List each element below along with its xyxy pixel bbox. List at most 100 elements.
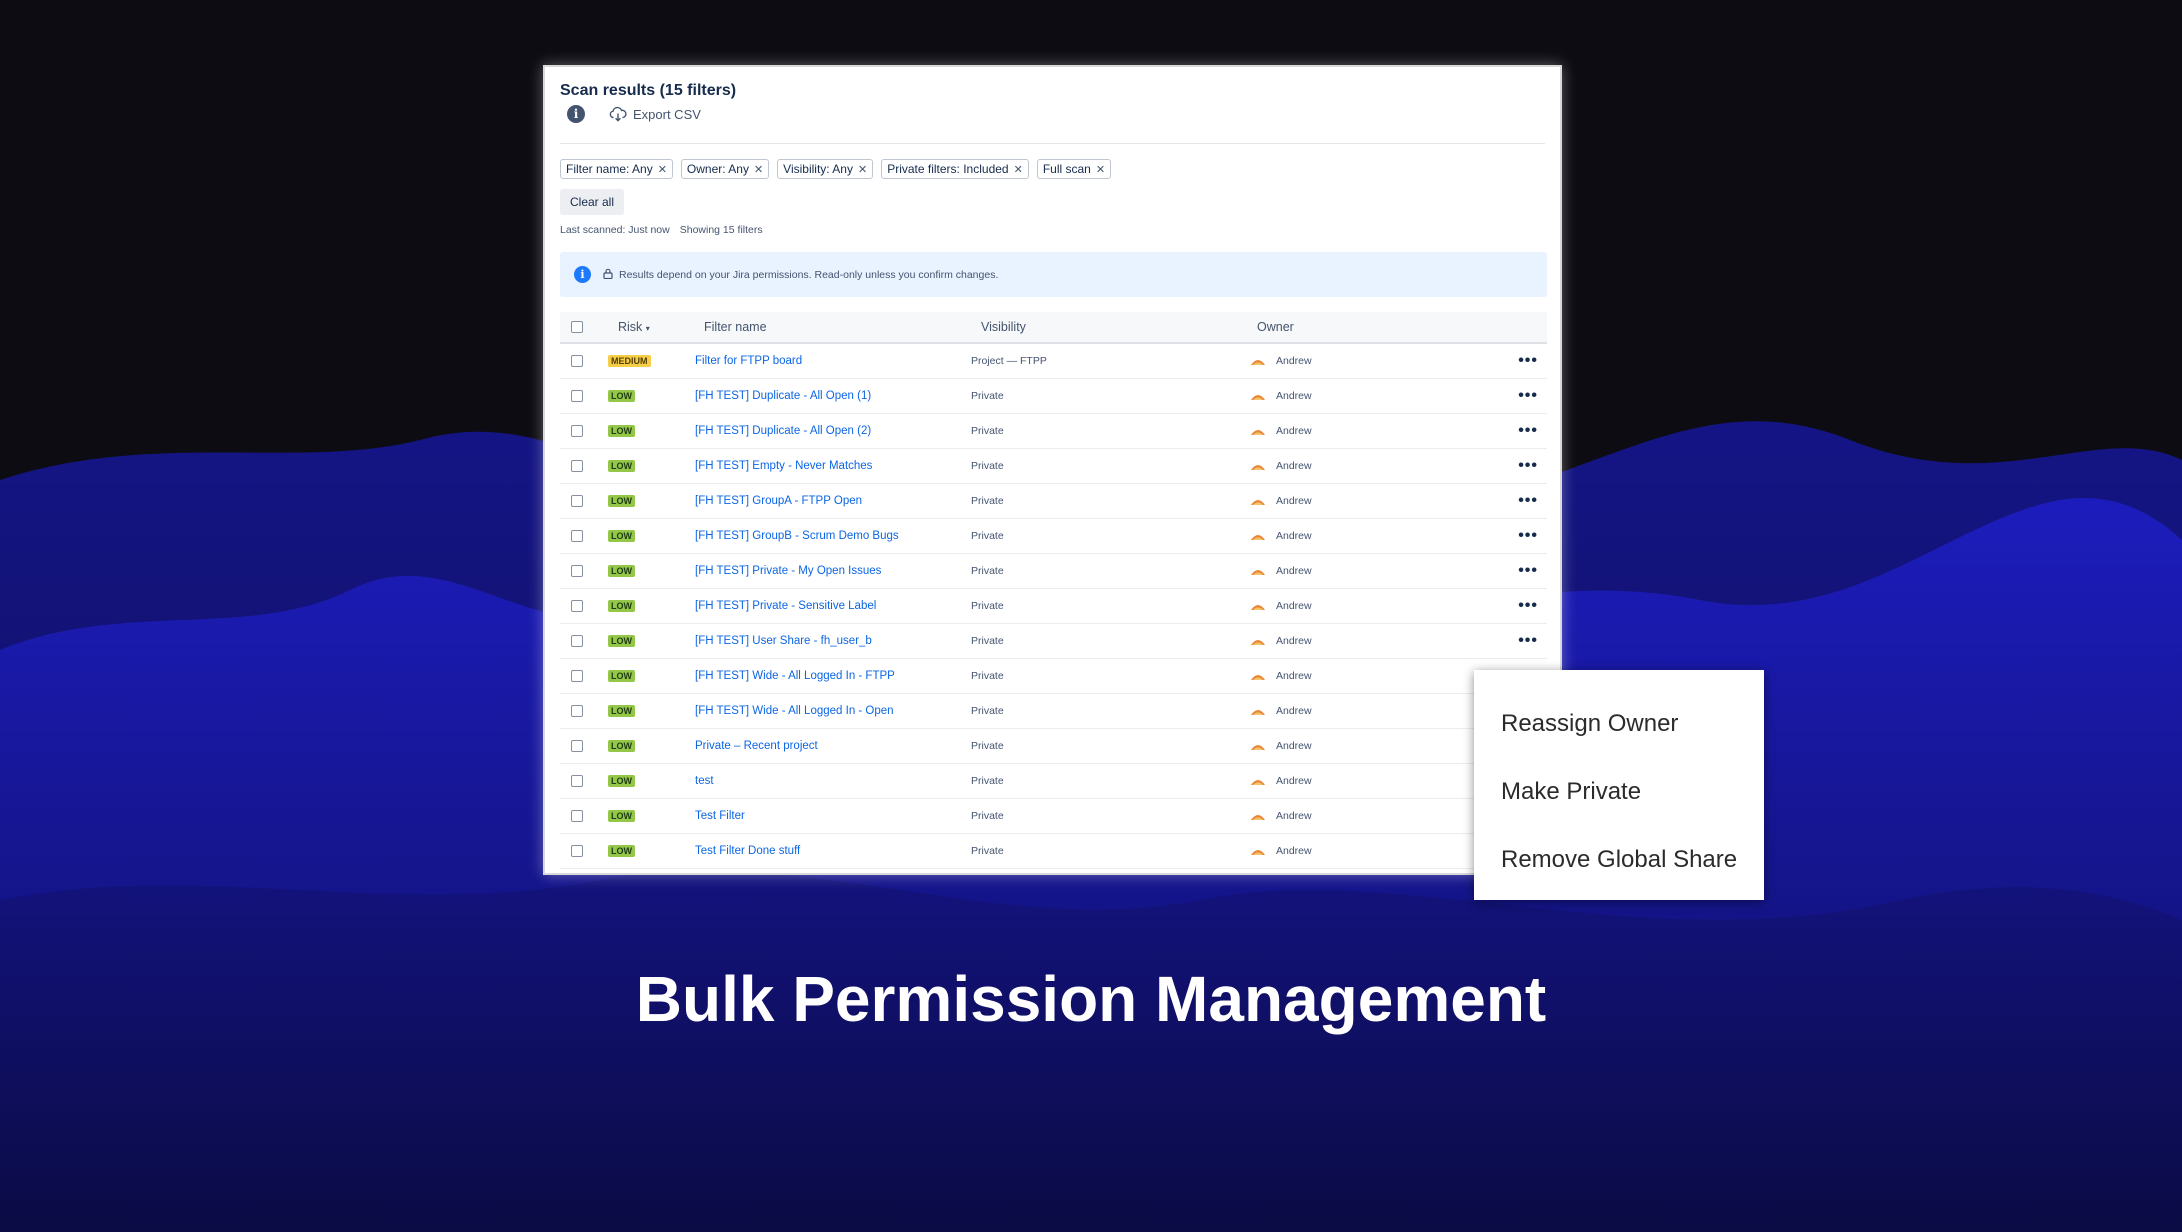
table-row[interactable]: LOW Test Filter Private Andrew (560, 799, 1547, 834)
visibility-text: Private (971, 705, 1004, 717)
owner-cell: Andrew (1250, 460, 1312, 472)
row-checkbox[interactable] (571, 390, 583, 402)
more-actions-icon[interactable]: ••• (1518, 493, 1538, 509)
owner-avatar-icon (1251, 639, 1265, 645)
visibility-text: Private (971, 565, 1004, 577)
more-actions-icon[interactable]: ••• (1518, 423, 1538, 439)
filter-name-link[interactable]: test (695, 775, 714, 787)
filter-name-link[interactable]: [FH TEST] Wide - All Logged In - FTPP (695, 670, 895, 682)
owner-avatar-icon (1251, 779, 1265, 785)
more-actions-icon[interactable]: ••• (1518, 388, 1538, 404)
table-row[interactable]: LOW [FH TEST] Private - My Open Issues Pri… (560, 554, 1547, 589)
row-checkbox[interactable] (571, 810, 583, 822)
owner-name: Andrew (1276, 705, 1312, 717)
table-row[interactable]: MEDIUM Filter for FTPP board Project — FTP… (560, 344, 1547, 379)
filter-name-link[interactable]: [FH TEST] GroupA - FTPP Open (695, 495, 862, 507)
owner-name: Andrew (1276, 845, 1312, 857)
chip-filter-name[interactable]: Filter name: Any ✕ (560, 159, 673, 179)
scan-meta: Last scanned: Just now Showing 15 filter… (560, 224, 763, 236)
filter-name-link[interactable]: [FH TEST] Private - My Open Issues (695, 565, 881, 577)
row-checkbox[interactable] (571, 705, 583, 717)
select-all-checkbox[interactable] (571, 321, 583, 333)
row-checkbox[interactable] (571, 600, 583, 612)
table-row[interactable]: LOW [FH TEST] Wide - All Logged In - Open… (560, 694, 1547, 729)
row-checkbox[interactable] (571, 775, 583, 787)
owner-cell: Andrew (1250, 775, 1312, 787)
export-csv-button[interactable]: Export CSV (609, 106, 701, 122)
filter-name-link[interactable]: [FH TEST] Duplicate - All Open (1) (695, 390, 871, 402)
divider (560, 143, 1545, 144)
close-icon[interactable]: ✕ (858, 163, 867, 176)
chip-owner[interactable]: Owner: Any ✕ (680, 159, 770, 179)
row-checkbox[interactable] (571, 355, 583, 367)
column-header-owner[interactable]: Owner (1257, 320, 1294, 334)
owner-avatar-icon (1251, 744, 1265, 750)
column-header-filter-name[interactable]: Filter name (704, 320, 767, 334)
filter-name-link[interactable]: Private – Recent project (695, 740, 818, 752)
close-icon[interactable]: ✕ (754, 163, 763, 176)
risk-badge: LOW (608, 740, 635, 752)
more-actions-icon[interactable]: ••• (1518, 528, 1538, 544)
owner-cell: Andrew (1250, 355, 1312, 367)
filter-name-link[interactable]: [FH TEST] User Share - fh_user_b (695, 635, 872, 647)
owner-avatar-icon (1251, 394, 1265, 400)
menu-item-make-private[interactable]: Make Private (1474, 758, 1764, 826)
table-row[interactable]: LOW Test Filter Done stuff Private Andrew (560, 834, 1547, 869)
chip-label: Full scan (1042, 162, 1091, 176)
filter-name-link[interactable]: Filter for FTPP board (695, 355, 802, 367)
close-icon[interactable]: ✕ (658, 163, 667, 176)
column-header-visibility[interactable]: Visibility (981, 320, 1026, 334)
row-checkbox[interactable] (571, 845, 583, 857)
menu-item-reassign-owner[interactable]: Reassign Owner (1474, 690, 1764, 758)
page-title: Scan results (15 filters) (560, 82, 737, 99)
close-icon[interactable]: ✕ (1014, 163, 1023, 176)
owner-avatar-icon (1251, 674, 1265, 680)
chip-full-scan[interactable]: Full scan ✕ (1036, 159, 1112, 179)
cloud-download-icon (609, 106, 627, 122)
row-checkbox[interactable] (571, 425, 583, 437)
table-row[interactable]: LOW [FH TEST] Private - Sensitive Label Pr… (560, 589, 1547, 624)
table-row[interactable]: LOW [FH TEST] Duplicate - All Open (1) Pri… (560, 379, 1547, 414)
visibility-text: Private (971, 460, 1004, 472)
more-actions-icon[interactable]: ••• (1518, 353, 1538, 369)
row-checkbox[interactable] (571, 670, 583, 682)
more-actions-icon[interactable]: ••• (1518, 458, 1538, 474)
chip-private-filters[interactable]: Private filters: Included ✕ (881, 159, 1029, 179)
table-row[interactable]: LOW [FH TEST] Duplicate - All Open (2) Pri… (560, 414, 1547, 449)
menu-item-remove-global-share[interactable]: Remove Global Share (1474, 826, 1764, 894)
table-row[interactable]: LOW test Private Andrew (560, 764, 1547, 799)
filter-name-link[interactable]: [FH TEST] GroupB - Scrum Demo Bugs (695, 530, 899, 542)
more-actions-icon[interactable]: ••• (1518, 633, 1538, 649)
row-checkbox[interactable] (571, 495, 583, 507)
filter-name-link[interactable]: [FH TEST] Duplicate - All Open (2) (695, 425, 871, 437)
table-row[interactable]: LOW [FH TEST] GroupB - Scrum Demo Bugs Pri… (560, 519, 1547, 554)
visibility-text: Private (971, 425, 1004, 437)
table-row[interactable]: LOW [FH TEST] GroupA - FTPP Open Private An… (560, 484, 1547, 519)
risk-badge: LOW (608, 775, 635, 787)
row-checkbox[interactable] (571, 460, 583, 472)
close-icon[interactable]: ✕ (1096, 163, 1105, 176)
row-checkbox[interactable] (571, 565, 583, 577)
row-checkbox[interactable] (571, 530, 583, 542)
filter-name-link[interactable]: [FH TEST] Private - Sensitive Label (695, 600, 876, 612)
filter-name-link[interactable]: [FH TEST] Empty - Never Matches (695, 460, 872, 472)
row-checkbox[interactable] (571, 740, 583, 752)
more-actions-icon[interactable]: ••• (1518, 598, 1538, 614)
filter-name-link[interactable]: [FH TEST] Wide - All Logged In - Open (695, 705, 894, 717)
filter-name-link[interactable]: Test Filter (695, 810, 745, 822)
info-icon[interactable]: i (567, 105, 585, 123)
more-actions-icon[interactable]: ••• (1518, 563, 1538, 579)
chip-visibility[interactable]: Visibility: Any ✕ (777, 159, 874, 179)
risk-badge: LOW (608, 845, 635, 857)
owner-cell: Andrew (1250, 705, 1312, 717)
sort-icon: ▾ (645, 324, 650, 333)
column-header-risk[interactable]: Risk ▾ (618, 320, 650, 334)
row-checkbox[interactable] (571, 635, 583, 647)
table-row[interactable]: LOW [FH TEST] User Share - fh_user_b Priva… (560, 624, 1547, 659)
table-row[interactable]: LOW Private – Recent project Private Andrew (560, 729, 1547, 764)
table-row[interactable]: LOW [FH TEST] Wide - All Logged In - FTPP… (560, 659, 1547, 694)
clear-all-button[interactable]: Clear all (560, 189, 625, 215)
filter-name-link[interactable]: Test Filter Done stuff (695, 845, 800, 857)
owner-cell: Andrew (1250, 635, 1312, 647)
table-row[interactable]: LOW [FH TEST] Empty - Never Matches Privat… (560, 449, 1547, 484)
